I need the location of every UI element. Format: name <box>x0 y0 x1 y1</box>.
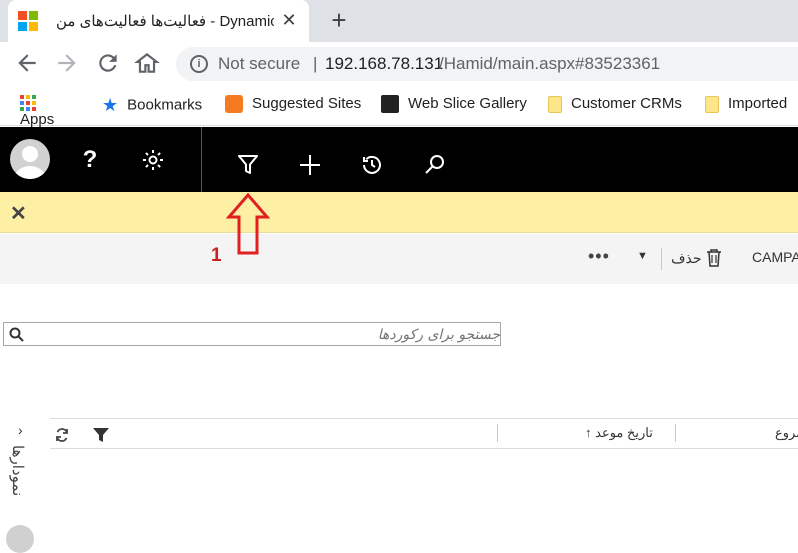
bookmark-label: Apps <box>20 111 55 128</box>
annotation-arrow-icon <box>226 193 270 255</box>
bookmark-imported[interactable]: Imported <box>705 95 787 115</box>
command-bar: ••• ▼ حذف CAMPA <box>0 234 798 284</box>
address-bar[interactable] <box>176 47 798 81</box>
chevron-right-icon[interactable]: › <box>18 422 23 438</box>
web-slice-icon <box>381 95 399 114</box>
more-commands-icon[interactable]: ••• <box>588 246 610 267</box>
pane-handle[interactable] <box>6 525 34 553</box>
search-box[interactable] <box>3 322 502 347</box>
column-header-due-date[interactable]: ↑ تاریخ موعد <box>585 425 653 441</box>
back-icon[interactable] <box>14 50 40 76</box>
reload-icon[interactable] <box>95 50 121 76</box>
column-label: تاریخ موعد <box>595 425 653 440</box>
settings-icon[interactable] <box>141 148 165 177</box>
apps-icon <box>20 95 36 111</box>
crm-navigation-bar: ? <box>0 127 798 192</box>
star-icon: ★ <box>102 95 119 115</box>
notification-bar: ✕ <box>0 192 798 233</box>
forward-icon[interactable] <box>54 50 80 76</box>
help-icon[interactable]: ? <box>78 147 102 173</box>
charts-pane-label: نمودارها <box>9 445 26 497</box>
column-separator <box>497 424 498 442</box>
search-icon[interactable] <box>423 153 447 182</box>
command-separator <box>661 248 662 270</box>
bookmark-label: Customer CRMs <box>571 95 682 112</box>
search-icon[interactable] <box>9 327 24 347</box>
suggested-sites-icon <box>225 95 243 114</box>
bookmark-label: Web Slice Gallery <box>408 95 527 112</box>
chevron-down-icon[interactable]: ▼ <box>637 250 648 262</box>
campaign-button[interactable]: CAMPA <box>752 249 798 265</box>
sort-ascending-icon: ↑ <box>585 425 592 440</box>
filter-icon[interactable] <box>236 153 260 182</box>
bookmark-customer-crms[interactable]: Customer CRMs <box>548 95 682 115</box>
nav-divider <box>201 127 202 192</box>
microsoft-logo-icon <box>18 11 38 31</box>
new-tab-button[interactable]: + <box>325 6 353 34</box>
refresh-icon[interactable] <box>55 428 69 447</box>
column-separator <box>675 424 676 442</box>
grid-header <box>50 418 798 449</box>
home-icon[interactable] <box>134 50 160 76</box>
bookmark-bookmarks[interactable]: ★ Bookmarks <box>102 95 202 115</box>
bookmark-label: Suggested Sites <box>252 95 362 112</box>
search-input[interactable] <box>28 325 502 345</box>
add-icon[interactable] <box>298 153 322 182</box>
grid-filter-icon[interactable] <box>93 428 109 447</box>
folder-icon <box>548 95 562 113</box>
column-header-start[interactable]: شروع <box>775 425 798 441</box>
history-icon[interactable] <box>360 153 384 182</box>
delete-label: حذف <box>671 250 702 267</box>
charts-pane-toggle[interactable]: نمودارها <box>5 445 31 515</box>
browser-toolbar <box>0 42 798 84</box>
bookmark-suggested-sites[interactable]: Suggested Sites <box>225 95 361 115</box>
bookmark-label: Imported <box>728 95 788 112</box>
folder-icon <box>705 95 719 113</box>
trash-icon <box>706 249 722 270</box>
bookmarks-bar: Apps ★ Bookmarks Suggested Sites Web Slic… <box>0 84 798 128</box>
tab-title: فعالیت‌ها فعالیت‌های من - Dynamics CRM <box>56 13 274 30</box>
annotation-number: 1 <box>211 245 222 266</box>
avatar[interactable] <box>10 139 50 179</box>
delete-button[interactable]: حذف <box>671 249 722 270</box>
close-icon[interactable]: ✕ <box>10 201 27 226</box>
tab-close-icon[interactable]: ✕ <box>278 9 300 31</box>
bookmark-web-slice-gallery[interactable]: Web Slice Gallery <box>381 95 527 115</box>
bookmark-apps[interactable]: Apps <box>20 95 54 128</box>
bookmark-label: Bookmarks <box>127 96 203 114</box>
